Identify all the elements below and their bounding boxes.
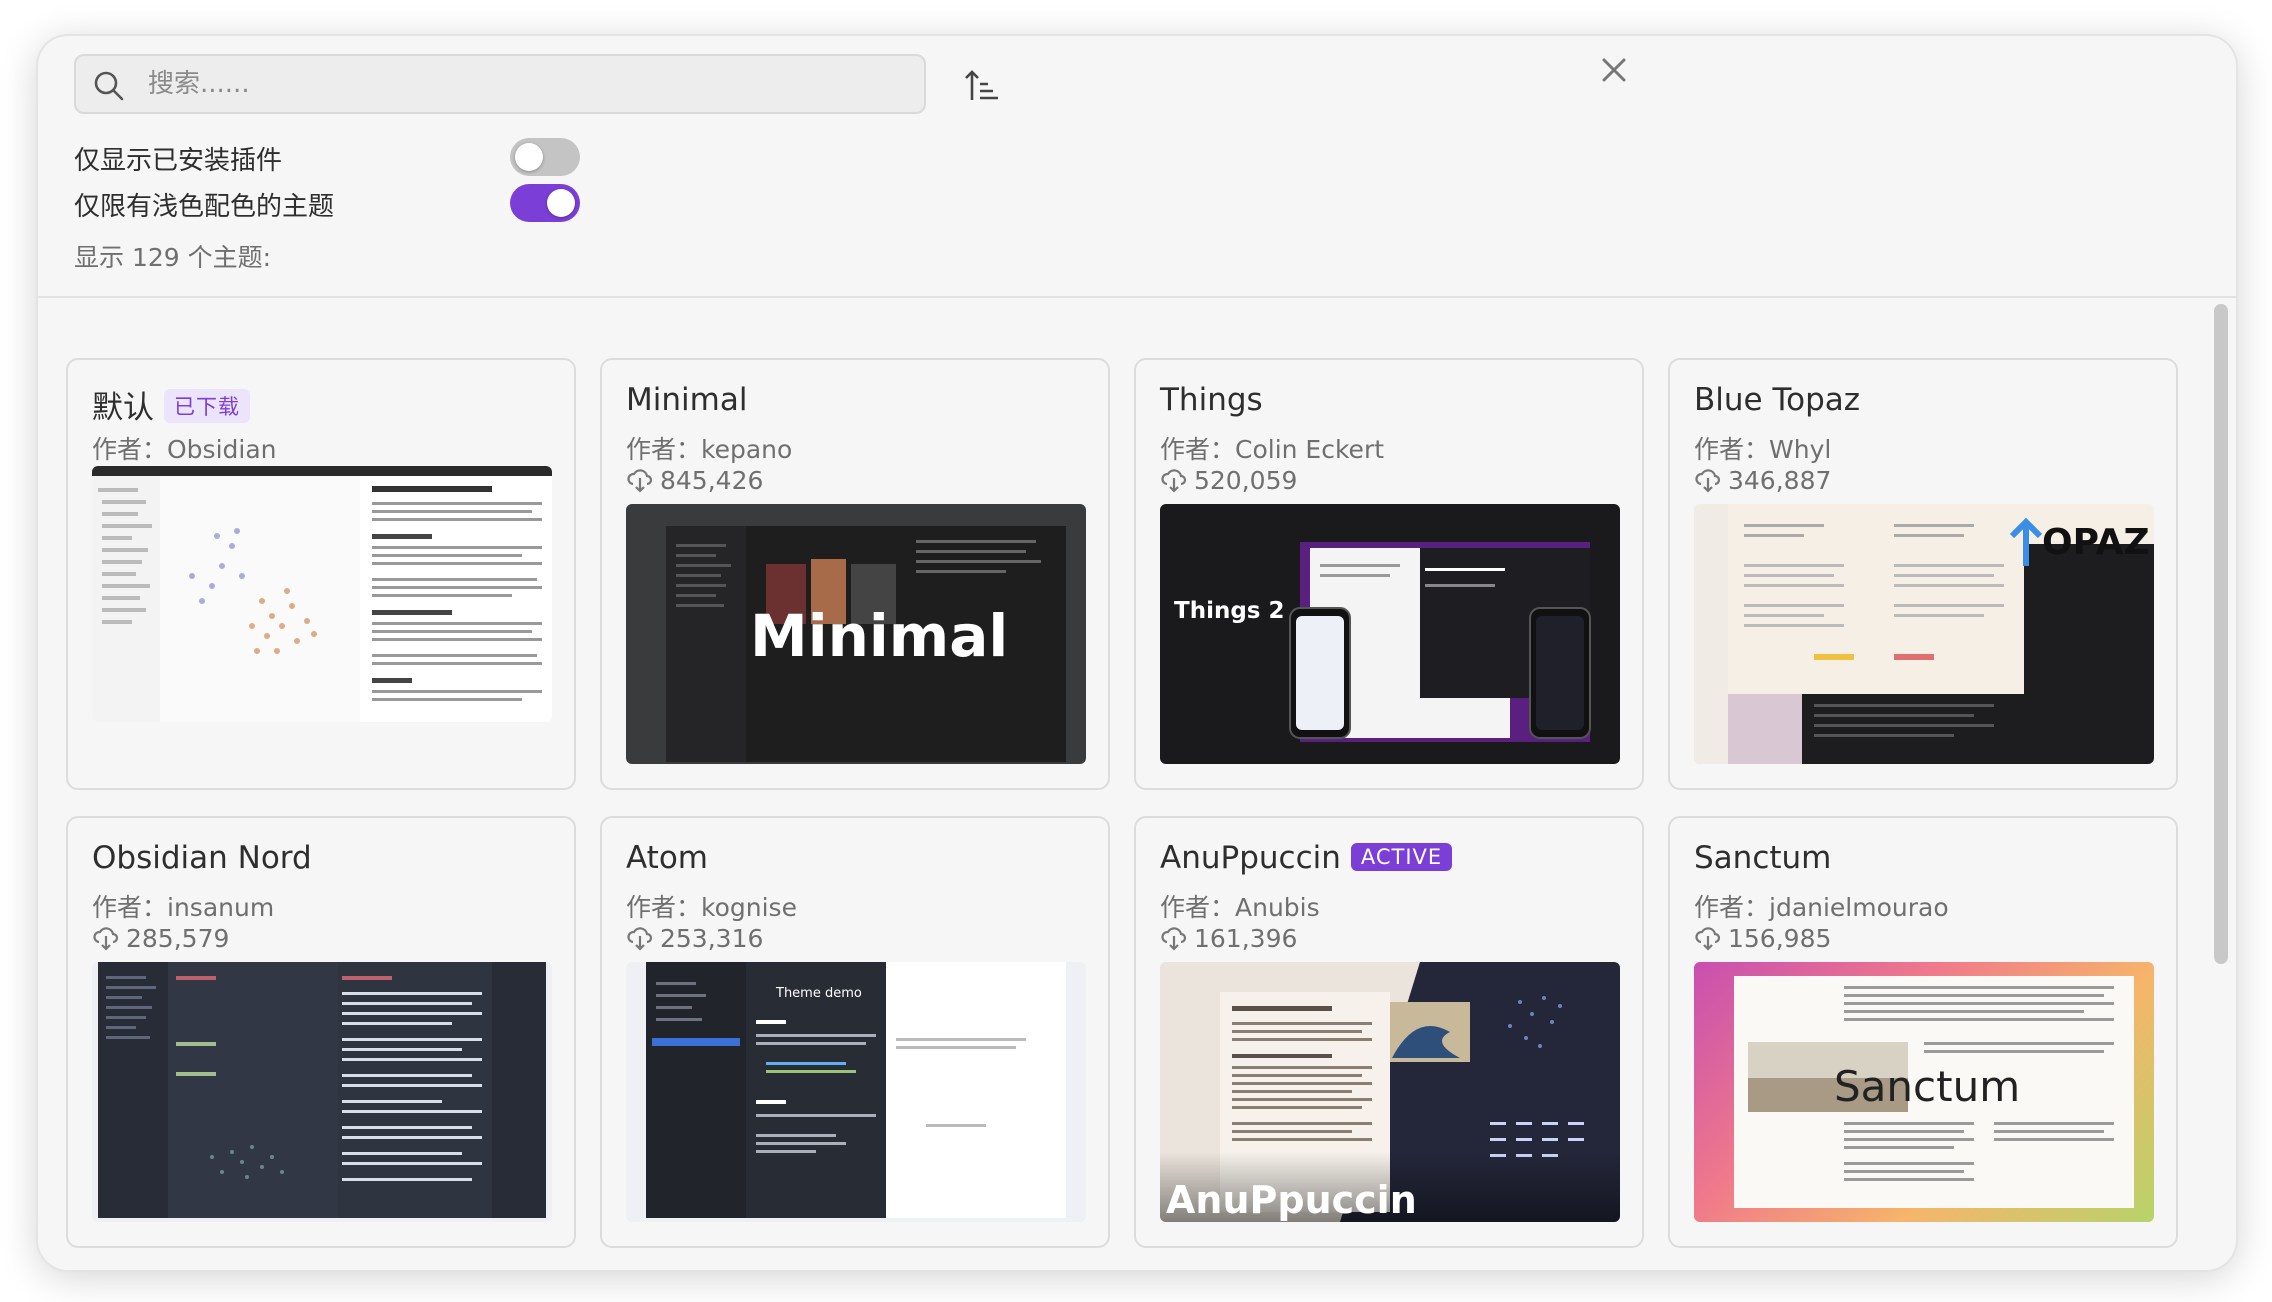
theme-title: Atom bbox=[626, 840, 708, 876]
preview-label: OPAZ bbox=[2042, 522, 2150, 563]
filter-row-installed: 仅显示已安装插件 bbox=[74, 140, 282, 177]
download-cloud-icon bbox=[1695, 469, 1721, 493]
download-cloud-icon bbox=[1161, 927, 1187, 951]
theme-card-minimal[interactable]: Minimal 作者：kepano 845,426 Minimal bbox=[600, 358, 1110, 790]
sort-button[interactable] bbox=[962, 66, 1002, 106]
theme-preview: Minimal bbox=[626, 504, 1086, 764]
theme-author: 作者：insanum bbox=[92, 893, 275, 922]
download-cloud-icon bbox=[1695, 927, 1721, 951]
download-cloud-icon bbox=[93, 927, 119, 951]
theme-author: 作者：Obsidian bbox=[92, 435, 277, 464]
close-button[interactable] bbox=[1594, 50, 1634, 90]
download-count: 346,887 bbox=[1728, 466, 1832, 495]
theme-title: Things bbox=[1160, 382, 1263, 418]
theme-downloads: 346,887 bbox=[1694, 466, 1831, 495]
theme-card-sanctum[interactable]: Sanctum 作者：jdanielmourao 156,985 Sanctum bbox=[1668, 816, 2178, 1248]
downloaded-badge: 已下载 bbox=[164, 389, 250, 423]
theme-browser-modal: 仅显示已安装插件 仅限有浅色配色的主题 显示 129 个主题: 默认已下载 作者… bbox=[38, 36, 2236, 1270]
download-count: 161,396 bbox=[1194, 924, 1298, 953]
search-input[interactable] bbox=[148, 56, 908, 112]
search-box[interactable] bbox=[74, 54, 926, 114]
download-cloud-icon bbox=[627, 469, 653, 493]
theme-name: 默认 bbox=[92, 390, 154, 426]
theme-author: 作者：Colin Eckert bbox=[1160, 435, 1385, 464]
theme-author: 作者：kepano bbox=[626, 435, 793, 464]
preview-label: Minimal bbox=[750, 602, 1009, 670]
theme-author: 作者：Anubis bbox=[1160, 893, 1320, 922]
theme-title: Minimal bbox=[626, 382, 748, 418]
modal-header: 仅显示已安装插件 仅限有浅色配色的主题 显示 129 个主题: bbox=[38, 36, 2236, 298]
theme-preview: Theme demo bbox=[626, 962, 1086, 1222]
preview-label: Sanctum bbox=[1834, 1062, 2021, 1111]
filter-row-light: 仅限有浅色配色的主题 bbox=[74, 186, 334, 223]
close-icon bbox=[1602, 58, 1626, 82]
download-cloud-icon bbox=[627, 927, 653, 951]
download-count: 520,059 bbox=[1194, 466, 1298, 495]
preview-label: AnuPpuccin bbox=[1166, 1178, 1417, 1222]
sort-ascending-icon bbox=[965, 70, 998, 100]
search-icon bbox=[94, 71, 124, 101]
theme-preview bbox=[92, 466, 552, 722]
scrollbar-thumb[interactable] bbox=[2214, 304, 2228, 964]
theme-preview bbox=[92, 962, 552, 1222]
theme-preview: AnuPpuccin bbox=[1160, 962, 1620, 1222]
theme-title: AnuPpuccin ACTIVE bbox=[1160, 840, 1453, 876]
theme-card-blue-topaz[interactable]: Blue Topaz 作者：Whyl 346,887 OPAZ bbox=[1668, 358, 2178, 790]
theme-card-default[interactable]: 默认 已下载 作者：Obsidian bbox=[66, 358, 576, 790]
theme-downloads: 285,579 bbox=[92, 924, 229, 953]
theme-card-anuppuccin[interactable]: AnuPpuccin ACTIVE 作者：Anubis 161,396 AnuP… bbox=[1134, 816, 1644, 1248]
theme-downloads: 156,985 bbox=[1694, 924, 1831, 953]
theme-preview: Things 2 bbox=[1160, 504, 1620, 764]
toggle-knob bbox=[547, 189, 575, 217]
theme-preview: Sanctum bbox=[1694, 962, 2154, 1222]
theme-author: 作者：jdanielmourao bbox=[1694, 893, 1949, 922]
filter-label-light-theme: 仅限有浅色配色的主题 bbox=[74, 192, 335, 222]
theme-downloads: 520,059 bbox=[1160, 466, 1297, 495]
download-count: 285,579 bbox=[126, 924, 230, 953]
theme-card-atom[interactable]: Atom 作者：kognise 253,316 Theme demo bbox=[600, 816, 1110, 1248]
toggle-installed-only[interactable] bbox=[510, 138, 580, 176]
download-cloud-icon bbox=[1161, 469, 1187, 493]
preview-label: Theme demo bbox=[776, 986, 862, 1001]
download-count: 253,316 bbox=[660, 924, 764, 953]
toggle-light-theme-only[interactable] bbox=[510, 184, 580, 222]
theme-title: Blue Topaz bbox=[1694, 382, 1861, 418]
theme-downloads: 845,426 bbox=[626, 466, 763, 495]
theme-author: 作者：Whyl bbox=[1694, 435, 1832, 464]
toggle-knob bbox=[515, 143, 543, 171]
theme-downloads: 253,316 bbox=[626, 924, 763, 953]
theme-downloads: 161,396 bbox=[1160, 924, 1297, 953]
download-count: 156,985 bbox=[1728, 924, 1832, 953]
theme-name: AnuPpuccin bbox=[1160, 840, 1341, 876]
download-count: 845,426 bbox=[660, 466, 764, 495]
theme-count: 显示 129 个主题: bbox=[74, 243, 272, 272]
theme-title: Obsidian Nord bbox=[92, 840, 312, 876]
theme-title: 默认 已下载 bbox=[92, 382, 250, 427]
active-badge: ACTIVE bbox=[1350, 843, 1453, 871]
filter-label-installed: 仅显示已安装插件 bbox=[74, 146, 283, 176]
theme-title: Sanctum bbox=[1694, 840, 1832, 876]
theme-card-things[interactable]: Things 作者：Colin Eckert 520,059 Things 2 bbox=[1134, 358, 1644, 790]
preview-label: Things 2 bbox=[1174, 598, 1285, 624]
theme-preview: OPAZ bbox=[1694, 504, 2154, 764]
theme-author: 作者：kognise bbox=[626, 893, 797, 922]
theme-card-obsidian-nord[interactable]: Obsidian Nord 作者：insanum 285,579 bbox=[66, 816, 576, 1248]
